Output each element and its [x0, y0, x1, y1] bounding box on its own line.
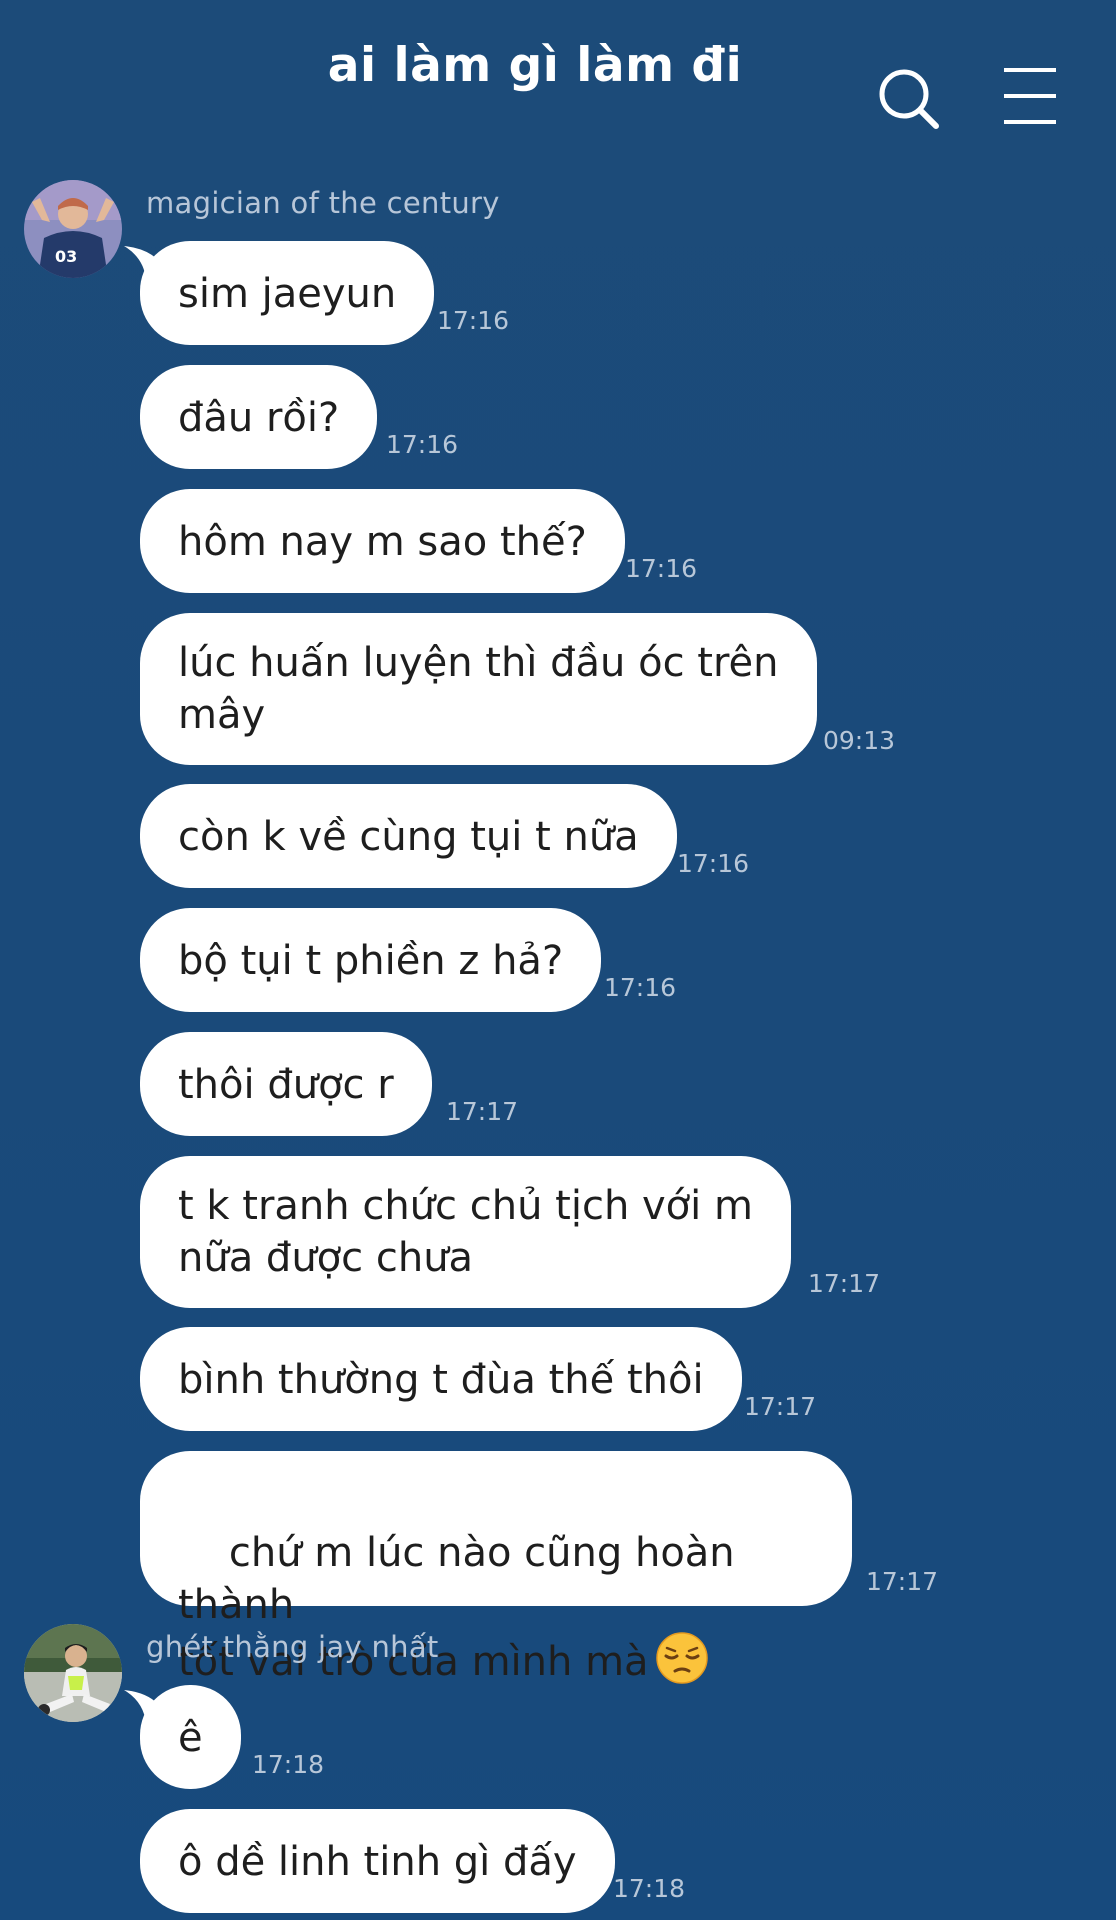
- message-time: 17:16: [604, 973, 677, 1002]
- message-time: 17:18: [613, 1874, 686, 1903]
- message-time: 17:18: [252, 1750, 325, 1779]
- message-list[interactable]: 03 magician of the century sim jaeyun 17…: [0, 0, 1116, 1920]
- message-time: 17:17: [446, 1097, 519, 1126]
- message-time: 09:13: [823, 726, 896, 755]
- avatar[interactable]: 03: [24, 180, 122, 278]
- sender-name: ghét thằng jay nhất: [146, 1630, 439, 1664]
- message-bubble[interactable]: bình thường t đùa thế thôi: [140, 1327, 742, 1431]
- message-bubble[interactable]: thôi được r: [140, 1032, 432, 1136]
- message-bubble[interactable]: bộ tụi t phiền z hả?: [140, 908, 602, 1012]
- message-bubble[interactable]: lúc huấn luyện thì đầu óc trên mây: [140, 613, 817, 765]
- message-bubble[interactable]: đâu rồi?: [140, 365, 378, 469]
- message-time: 17:16: [677, 849, 750, 878]
- message-time: 17:16: [437, 306, 510, 335]
- message-bubble[interactable]: còn k về cùng tụi t nữa: [140, 784, 677, 888]
- message-bubble[interactable]: chứ m lúc nào cũng hoàn thành tốt vai tr…: [140, 1451, 852, 1685]
- avatar[interactable]: [24, 1624, 122, 1722]
- message-bubble[interactable]: sim jaeyun: [140, 241, 435, 345]
- message-bubble[interactable]: ê: [140, 1685, 241, 1789]
- message-bubble[interactable]: ô dề linh tinh gì đấy: [140, 1809, 615, 1913]
- message-bubble[interactable]: hôm nay m sao thế?: [140, 489, 625, 593]
- message-time: 17:16: [386, 430, 459, 459]
- pensive-face-emoji: [655, 1631, 709, 1685]
- message-time: 17:16: [625, 554, 698, 583]
- sender-name: magician of the century: [146, 186, 500, 220]
- message-time: 17:17: [808, 1269, 881, 1298]
- message-time: 17:17: [866, 1567, 939, 1596]
- message-bubble[interactable]: t k tranh chức chủ tịch với m nữa được c…: [140, 1156, 791, 1308]
- message-time: 17:17: [744, 1392, 817, 1421]
- svg-text:03: 03: [55, 247, 77, 266]
